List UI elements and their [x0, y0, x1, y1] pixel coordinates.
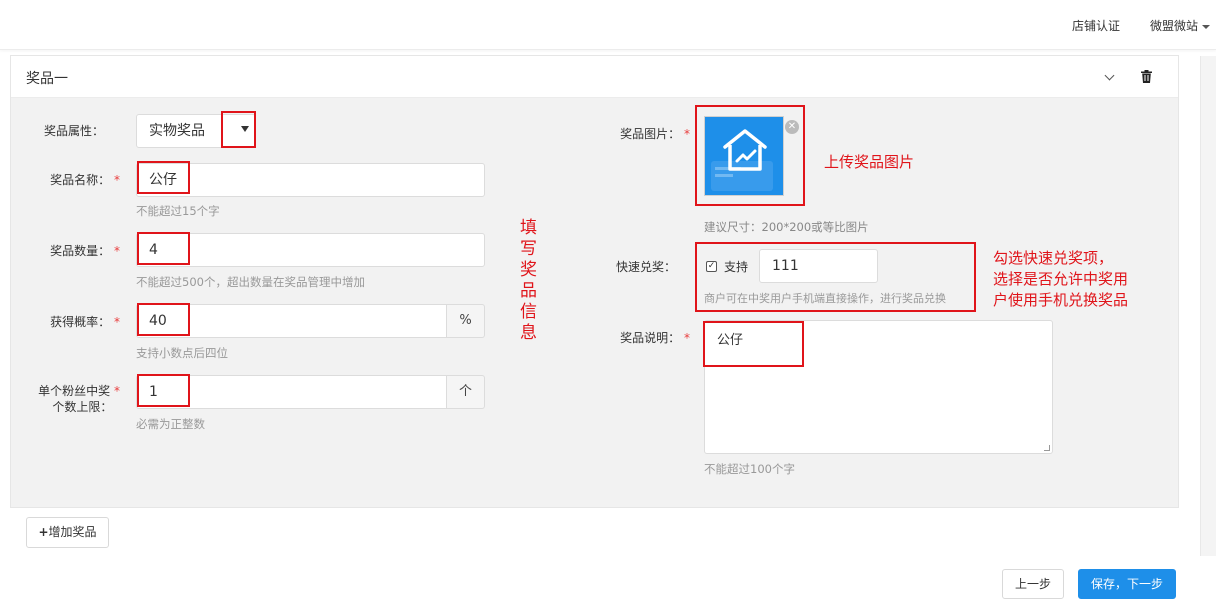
desc-label: 奖品说明： *: [620, 331, 690, 345]
desc-hint: 不能超过100个字: [704, 462, 795, 476]
attr-label: 奖品属性：: [43, 124, 104, 138]
limit-label: 单个粉丝中奖 * 个数上限：: [38, 384, 120, 414]
prize-type-value: 实物奖品: [149, 123, 205, 139]
fill-info-annotation: 填写奖品信息: [516, 218, 536, 344]
highlight-box-name: [137, 161, 190, 194]
account-menu[interactable]: 微盟微站: [1150, 17, 1211, 34]
panel-header: 奖品一: [11, 56, 1178, 98]
shop-cert-link[interactable]: 店铺认证: [1072, 17, 1120, 34]
highlight-box-desc: [703, 321, 804, 367]
name-hint: 不能超过15个字: [136, 204, 220, 218]
name-label: 奖品名称： *: [50, 173, 120, 187]
highlight-box-probability: [137, 303, 190, 336]
image-label: 奖品图片： *: [620, 127, 690, 141]
add-prize-button[interactable]: +增加奖品: [26, 517, 109, 548]
chevron-down-icon: [1202, 24, 1211, 29]
quantity-hint: 不能超过500个，超出数量在奖品管理中增加: [136, 275, 365, 289]
collapse-chevron-icon[interactable]: [1104, 70, 1115, 81]
plus-icon: +: [38, 525, 49, 539]
highlight-box-quick: [695, 242, 976, 312]
quantity-label: 奖品数量： *: [50, 244, 120, 258]
highlight-box-image: [695, 105, 805, 206]
highlight-box-select: [221, 111, 256, 148]
scrollbar[interactable]: [1200, 56, 1216, 556]
quick-annotation: 勾选快速兑奖项， 选择是否允许中奖用 户使用手机兑换奖品: [993, 249, 1129, 309]
prev-step-button[interactable]: 上一步: [1002, 569, 1064, 599]
unit-addon: 个: [447, 375, 485, 409]
image-size-hint: 建议尺寸：200*200或等比图片: [704, 220, 869, 234]
resize-handle[interactable]: [1044, 445, 1050, 451]
highlight-box-limit: [137, 374, 190, 407]
percent-addon: %: [447, 304, 485, 338]
limit-hint: 必需为正整数: [136, 417, 205, 431]
account-name: 微盟微站: [1150, 19, 1199, 33]
save-next-button[interactable]: 保存，下一步: [1078, 569, 1176, 599]
probability-label: 获得概率： *: [50, 315, 120, 329]
panel-title: 奖品一: [26, 71, 68, 87]
upload-annotation: 上传奖品图片: [824, 153, 915, 171]
trash-icon[interactable]: [1141, 70, 1152, 83]
probability-hint: 支持小数点后四位: [136, 346, 228, 360]
highlight-box-quantity: [137, 232, 190, 265]
top-bar: 店铺认证 微盟微站: [0, 0, 1216, 50]
quick-redeem-label: 快速兑奖：: [615, 260, 676, 274]
